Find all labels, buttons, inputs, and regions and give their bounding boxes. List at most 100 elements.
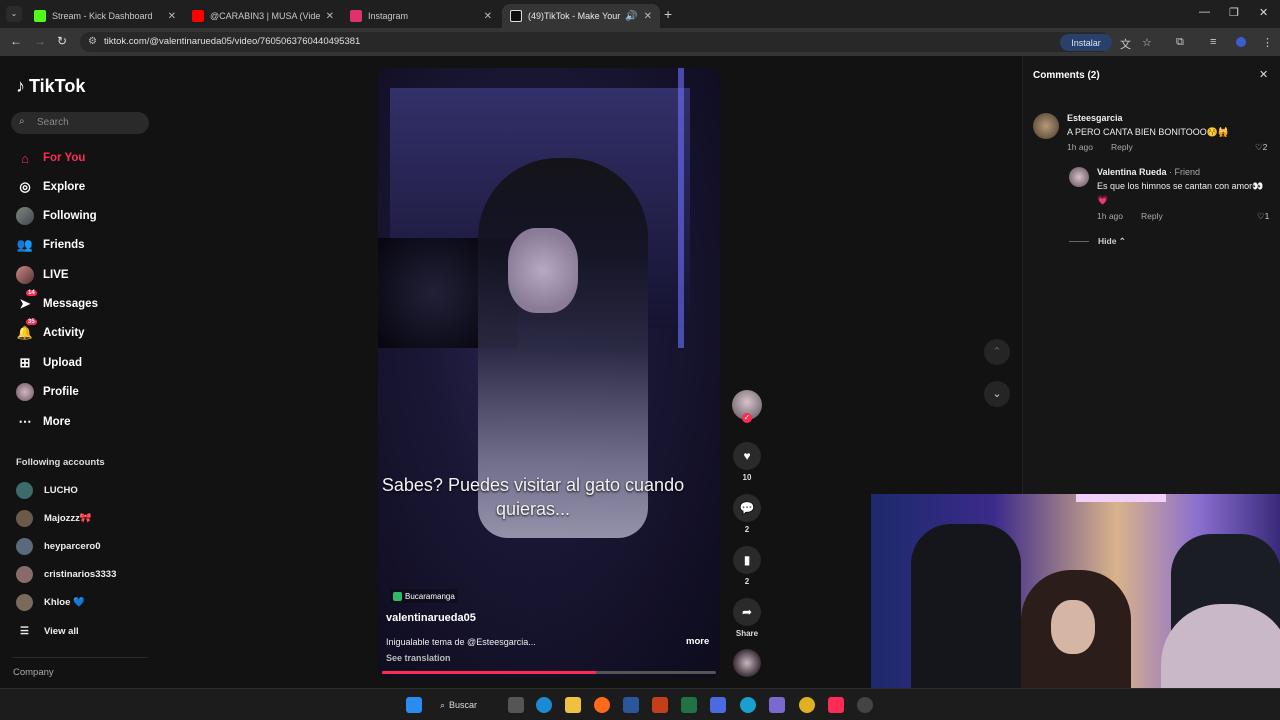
bookmark-star-icon[interactable]: ☆: [1142, 36, 1152, 49]
share-button[interactable]: ➦ Share: [732, 598, 762, 638]
sidebar-item-explore[interactable]: ◎ Explore: [16, 177, 85, 197]
windows-start-icon[interactable]: [406, 697, 422, 713]
following-item[interactable]: Majozzz🎀: [16, 509, 92, 527]
creator-avatar[interactable]: ✓: [732, 390, 762, 423]
company-link[interactable]: Company: [13, 667, 54, 678]
tab-instagram[interactable]: Instagram ✕: [342, 4, 500, 28]
media-control-icon[interactable]: ≡: [1210, 36, 1216, 48]
sidebar-item-messages[interactable]: ➤ 14 Messages: [16, 290, 98, 314]
list-icon: ☰: [20, 625, 29, 637]
see-translation-link[interactable]: See translation: [386, 653, 451, 663]
reply-button[interactable]: Reply: [1111, 142, 1133, 152]
sidebar-item-upload[interactable]: ⊞ Upload: [16, 353, 82, 373]
following-item[interactable]: heyparcero0: [16, 537, 101, 555]
sidebar-item-following[interactable]: Following: [16, 206, 97, 226]
reply-like-button[interactable]: ♡1: [1257, 211, 1269, 222]
video-progress-bar[interactable]: [382, 671, 716, 674]
gamepad-icon[interactable]: [769, 697, 785, 713]
sidebar-item-friends[interactable]: 👥 Friends: [16, 235, 85, 255]
share-label: Share: [735, 629, 759, 638]
comment-button[interactable]: 💬 2: [732, 494, 762, 534]
window-close-icon[interactable]: ✕: [1259, 6, 1268, 19]
audio-icon[interactable]: 🔊: [625, 11, 637, 22]
following-item[interactable]: LUCHO: [16, 481, 78, 499]
tab-tiktok[interactable]: (49)TikTok - Make Your Day 🔊 ✕: [502, 4, 660, 28]
url-text: tiktok.com/@valentinarueda05/video/76050…: [104, 36, 361, 47]
taskbar-search-label: Buscar: [449, 700, 478, 710]
app-icon[interactable]: [710, 697, 726, 713]
like-button[interactable]: ♥ 10: [732, 442, 762, 482]
task-view-icon[interactable]: [508, 697, 524, 713]
previous-video-button[interactable]: ⌃: [984, 339, 1010, 365]
back-icon[interactable]: ←: [10, 34, 22, 48]
comment-like-button[interactable]: ♡2: [1255, 142, 1267, 153]
save-button[interactable]: ▮ 2: [732, 546, 762, 586]
sidebar-item-activity[interactable]: 🔔 35 Activity: [16, 319, 85, 343]
tab-label: @CARABIN3 | MUSA (Video O: [210, 11, 320, 21]
reply-button[interactable]: Reply: [1141, 211, 1163, 221]
live-icon: [16, 266, 34, 284]
browser-menu-icon[interactable]: ⋮: [1262, 36, 1273, 49]
close-icon[interactable]: ✕: [644, 11, 652, 22]
next-video-button[interactable]: ⌄: [984, 381, 1010, 407]
more-button[interactable]: more: [686, 636, 709, 647]
install-label: Instalar: [1071, 37, 1101, 48]
edge-icon[interactable]: [536, 697, 552, 713]
install-app-button[interactable]: Instalar: [1060, 34, 1112, 51]
word-icon[interactable]: [623, 697, 639, 713]
sidebar-item-profile[interactable]: Profile: [16, 382, 79, 402]
home-icon: ⌂: [21, 150, 29, 166]
translate-icon[interactable]: 文: [1120, 36, 1131, 52]
extensions-icon[interactable]: ⧉: [1176, 36, 1184, 49]
close-icon[interactable]: ✕: [484, 11, 492, 22]
address-bar[interactable]: ⚙ tiktok.com/@valentinarueda05/video/760…: [80, 32, 1110, 52]
reload-icon[interactable]: ↻: [57, 34, 67, 48]
tiktok-taskbar-icon[interactable]: [828, 697, 844, 713]
avatar[interactable]: [1069, 167, 1089, 187]
search-icon: ⌕: [19, 116, 25, 127]
site-info-icon[interactable]: ⚙: [88, 36, 97, 47]
sidebar-item-label: Friends: [43, 239, 85, 251]
following-item[interactable]: Khloe 💙: [16, 593, 85, 611]
taskbar-search[interactable]: ⌕ Buscar: [440, 697, 477, 713]
sidebar-item-label: For You: [43, 152, 86, 164]
video-player[interactable]: Sabes? Puedes visitar al gato cuando qui…: [378, 68, 720, 678]
close-icon[interactable]: ✕: [326, 11, 334, 22]
hide-replies-button[interactable]: Hide ⌃: [1098, 236, 1126, 247]
avatar[interactable]: [1033, 113, 1059, 139]
file-explorer-icon[interactable]: [565, 697, 581, 713]
reply-user[interactable]: Valentina Rueda · Friend: [1097, 167, 1200, 177]
sidebar-item-live[interactable]: LIVE: [16, 265, 69, 285]
forward-icon[interactable]: →: [34, 34, 46, 48]
search-input[interactable]: ⌕ Search: [11, 112, 149, 134]
sidebar-item-more[interactable]: ⋯ More: [16, 412, 71, 432]
restore-icon[interactable]: ❐: [1229, 6, 1239, 19]
music-disc-icon[interactable]: [733, 649, 761, 677]
settings-icon[interactable]: [857, 697, 873, 713]
view-all-link[interactable]: ☰ View all: [16, 622, 79, 640]
location-tag[interactable]: Bucaramanga: [390, 589, 458, 603]
follow-check-icon[interactable]: ✓: [742, 413, 752, 423]
chrome-icon[interactable]: [799, 697, 815, 713]
comment-user[interactable]: Esteesgarcia: [1067, 113, 1123, 123]
reply-text: Es que los himnos se cantan con amor👀: [1097, 181, 1264, 191]
profile-avatar-icon[interactable]: [1236, 37, 1246, 47]
video-description: Inigualable tema de @Esteesgarcia...: [386, 637, 536, 647]
tiktok-icon: [510, 10, 522, 22]
bookmark-icon: ▮: [733, 546, 761, 574]
tab-search-icon[interactable]: ⌄: [6, 6, 22, 22]
excel-icon[interactable]: [681, 697, 697, 713]
app-c-icon[interactable]: [740, 697, 756, 713]
tab-kick[interactable]: Stream - Kick Dashboard ✕: [26, 4, 184, 28]
firefox-icon[interactable]: [594, 697, 610, 713]
tab-youtube[interactable]: @CARABIN3 | MUSA (Video O ✕: [184, 4, 342, 28]
following-item[interactable]: cristinarios3333: [16, 565, 116, 583]
sidebar-item-for-you[interactable]: ⌂ For You: [16, 148, 85, 168]
minimize-icon[interactable]: —: [1199, 6, 1210, 18]
tiktok-logo[interactable]: ♪ TikTok: [16, 76, 85, 97]
close-icon[interactable]: ✕: [1259, 68, 1268, 81]
powerpoint-icon[interactable]: [652, 697, 668, 713]
new-tab-button[interactable]: +: [664, 6, 672, 22]
close-icon[interactable]: ✕: [168, 11, 176, 22]
video-author[interactable]: valentinarueda05: [386, 612, 476, 624]
